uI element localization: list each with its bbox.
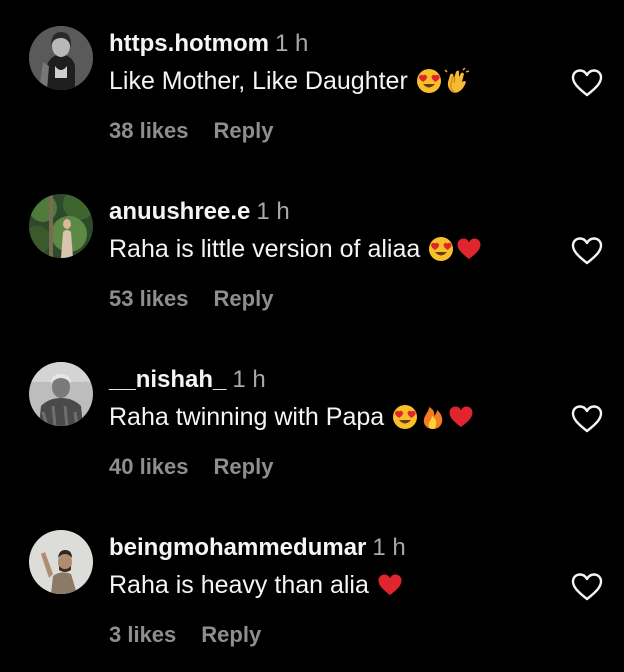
like-heart-icon[interactable] — [570, 66, 604, 100]
comment-time: 1 h — [372, 534, 406, 561]
avatar[interactable] — [29, 530, 93, 594]
comment-body: Raha twinning with Papa — [109, 403, 385, 431]
avatar-photo — [29, 194, 93, 258]
fire-emoji-icon — [420, 404, 446, 430]
reply-button[interactable]: Reply — [214, 118, 274, 143]
comment-meta: 38 likes Reply — [109, 118, 273, 144]
username[interactable]: https.hotmom — [109, 30, 269, 57]
comment-time: 1 h — [232, 366, 266, 393]
comment-header: anuushree.e 1 h — [109, 198, 290, 226]
comment-meta: 3 likes Reply — [109, 622, 261, 648]
username[interactable]: anuushree.e — [109, 198, 250, 225]
reply-button[interactable]: Reply — [214, 454, 274, 479]
red-heart-emoji-icon — [448, 404, 474, 430]
comment-header: beingmohammedumar 1 h — [109, 534, 406, 562]
comment-time: 1 h — [256, 198, 290, 225]
comment-meta: 40 likes Reply — [109, 454, 273, 480]
likes-count[interactable]: 38 likes — [109, 118, 189, 143]
comment-text: Raha is heavy than alia — [109, 570, 403, 600]
comment-text: Like Mother, Like Daughter — [109, 66, 470, 96]
comment-body: Like Mother, Like Daughter — [109, 67, 408, 95]
comment-text: Raha twinning with Papa — [109, 402, 474, 432]
avatar-photo — [29, 26, 93, 90]
likes-count[interactable]: 53 likes — [109, 286, 189, 311]
like-heart-icon[interactable] — [570, 570, 604, 604]
red-heart-emoji-icon — [377, 572, 403, 598]
comment-body: Raha is heavy than alia — [109, 571, 369, 599]
comment-item: __nishah_ 1 h Raha twinning with Papa 40 … — [0, 336, 624, 504]
like-heart-icon[interactable] — [570, 234, 604, 268]
avatar-photo — [29, 530, 93, 594]
comment-time: 1 h — [274, 30, 309, 57]
heart-eyes-emoji-icon — [428, 236, 454, 262]
heart-eyes-emoji-icon — [392, 404, 418, 430]
reply-button[interactable]: Reply — [201, 622, 261, 647]
avatar[interactable] — [29, 362, 93, 426]
username[interactable]: __nishah_ — [109, 366, 226, 393]
username[interactable]: beingmohammedumar — [109, 534, 366, 561]
comment-item: https.hotmom 1 h Like Mother, Like Daught… — [0, 0, 624, 168]
reply-button[interactable]: Reply — [214, 286, 274, 311]
heart-eyes-emoji-icon — [416, 68, 442, 94]
clapping-hands-emoji-icon — [444, 68, 470, 94]
avatar[interactable] — [29, 26, 93, 90]
comment-header: __nishah_ 1 h — [109, 366, 266, 394]
like-heart-icon[interactable] — [570, 402, 604, 436]
comment-text: Raha is little version of aliaa — [109, 234, 482, 264]
likes-count[interactable]: 40 likes — [109, 454, 189, 479]
comment-header: https.hotmom 1 h — [109, 30, 308, 58]
comment-body: Raha is little version of aliaa — [109, 235, 421, 263]
likes-count[interactable]: 3 likes — [109, 622, 176, 647]
comment-item: anuushree.e 1 h Raha is little version of… — [0, 168, 624, 336]
comment-meta: 53 likes Reply — [109, 286, 273, 312]
avatar[interactable] — [29, 194, 93, 258]
avatar-photo — [29, 362, 93, 426]
red-heart-emoji-icon — [456, 236, 482, 262]
comment-item: beingmohammedumar 1 h Raha is heavy than … — [0, 504, 624, 672]
